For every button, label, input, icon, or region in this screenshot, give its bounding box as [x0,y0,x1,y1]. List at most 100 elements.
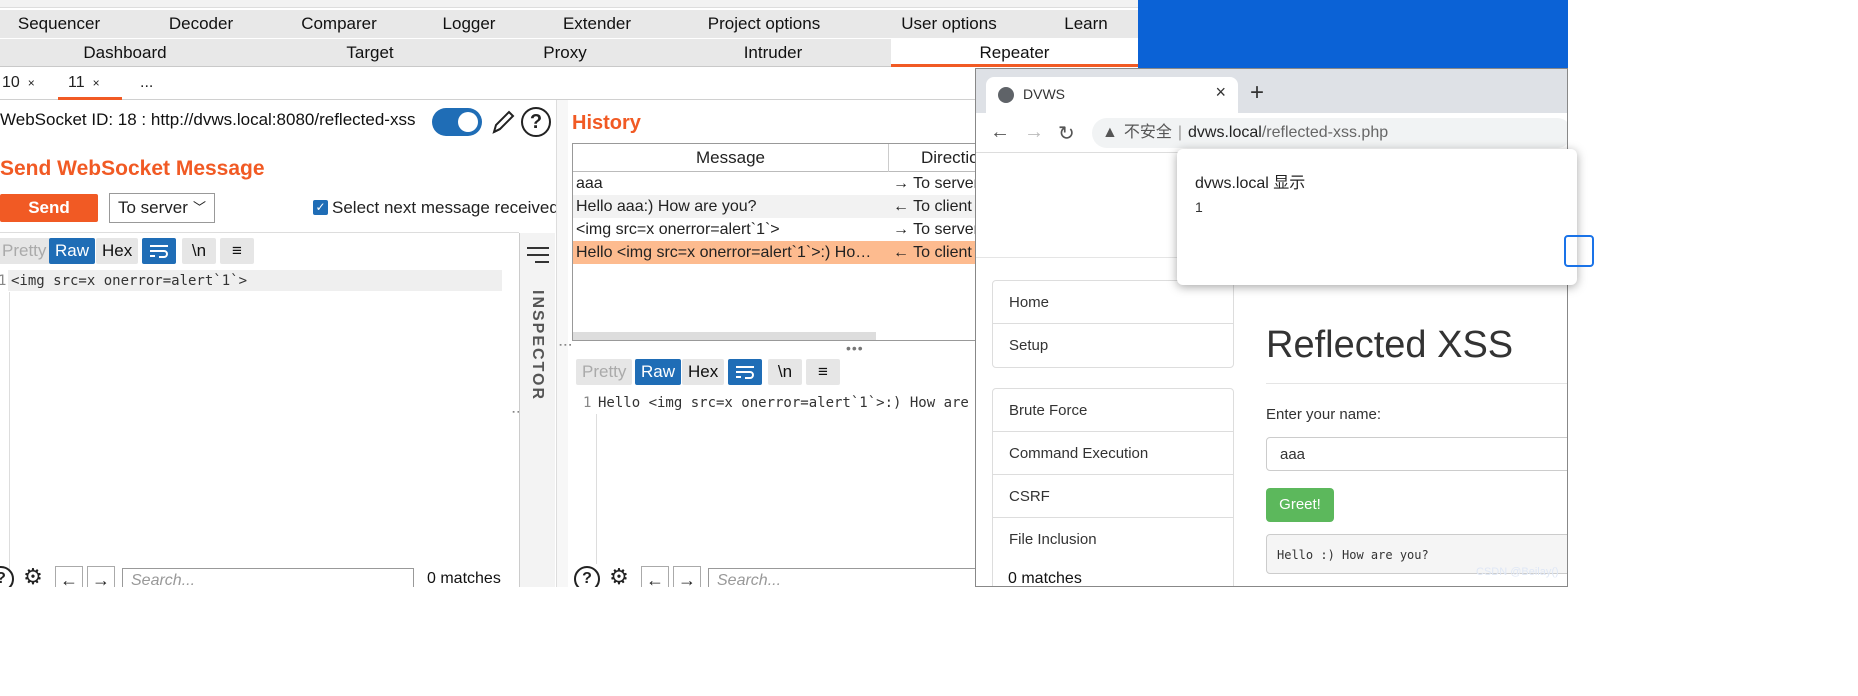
menu-item-setup[interactable]: Setup [993,324,1233,367]
nav-tab-decoder[interactable]: Decoder [142,10,260,38]
history-title: History [572,112,641,134]
menu-icon[interactable]: ≡ [806,359,840,385]
menu-item-command-execution[interactable]: Command Execution [993,432,1233,475]
globe-icon [998,87,1014,103]
request-body[interactable]: <img src=x onerror=alert`1`> [11,273,247,289]
nav-tab-project-options[interactable]: Project options [690,10,838,38]
reload-icon[interactable]: ↻ [1058,121,1075,146]
nav-tab-logger[interactable]: Logger [410,10,528,38]
inspector-panel[interactable] [519,233,555,587]
name-label: Enter your name: [1266,406,1382,423]
forward-icon[interactable]: → [1024,121,1044,144]
menu-icon[interactable]: ≡ [220,238,254,264]
menu-item-brute-force[interactable]: Brute Force [993,389,1233,432]
response-editor-toolbar: Pretty Raw Hex \n ≡ [576,359,846,385]
inspector-label: INSPECTOR [529,290,546,402]
match-count: 0 matches [427,570,501,587]
gear-icon[interactable]: ⚙ [20,566,46,588]
inspector-menu-icon[interactable] [527,247,549,268]
nav-tab-sequencer[interactable]: Sequencer [0,10,118,38]
help-icon[interactable]: ? [574,566,600,587]
next-match-button[interactable]: → [673,566,701,587]
table-row[interactable]: <img src=x onerror=alert`1`> → To server [573,218,991,241]
request-editor-toolbar: Pretty Raw Hex \n ≡ [0,238,260,264]
message-cell: Hello aaa:) How are you? [576,198,757,215]
direction-select[interactable]: To server ﹀ [109,193,215,223]
newline-button[interactable]: \n [182,238,216,264]
nav-tab-user-options[interactable]: User options [885,10,1013,38]
tab-title: DVWS [1023,86,1065,102]
search-input[interactable]: Search... [708,568,978,587]
back-icon[interactable]: ← [990,121,1010,144]
menu-item-home[interactable]: Home [993,281,1233,324]
message-cell: Hello <img src=x onerror=alert`1`>:) How… [576,244,876,261]
search-input[interactable]: Search... [122,568,414,587]
table-row[interactable]: aaa → To server [573,172,991,195]
close-icon[interactable]: × [1215,82,1226,103]
burp-window: Sequencer Decoder Comparer Logger Extend… [0,0,1138,587]
browser-tab[interactable]: DVWS × [986,77,1238,113]
subtab-more[interactable]: ... [130,69,163,100]
splitter-handle[interactable]: ••• [846,340,864,356]
gutter [9,292,10,572]
side-menu-vulns: Brute Force Command Execution CSRF File … [992,388,1234,586]
desktop-top-area [1138,0,1568,70]
send-button[interactable]: Send [0,194,98,222]
close-icon[interactable]: × [93,76,100,90]
nav-tab-learn[interactable]: Learn [1050,10,1122,38]
warning-icon: ▲ [1102,124,1118,141]
prev-match-button[interactable]: ← [641,566,669,587]
select-next-checkbox[interactable]: ✓ [313,200,328,215]
wrap-icon[interactable] [728,359,762,385]
prev-match-button[interactable]: ← [55,566,83,587]
help-icon[interactable]: ? [521,107,551,137]
address-bar[interactable]: ▲ 不安全 | dvws.local/reflected-xss.php [1092,118,1567,148]
column-message[interactable]: Message [573,144,888,172]
gear-icon[interactable]: ⚙ [606,566,632,588]
table-row-selected[interactable]: Hello <img src=x onerror=alert`1`>:) How… [573,241,991,264]
nav-tab-target[interactable]: Target [305,39,435,67]
close-icon[interactable]: × [28,76,35,90]
raw-button[interactable]: Raw [49,238,96,264]
intercept-toggle[interactable] [432,108,482,136]
send-message-title: Send WebSocket Message [0,157,265,180]
menu-item-csrf[interactable]: CSRF [993,475,1233,518]
ok-button[interactable] [1564,235,1594,267]
response-search-bar: ? ⚙ ← → Search... [572,566,992,587]
url-host: dvws.local [1188,124,1262,141]
response-body[interactable]: Hello <img src=x onerror=alert`1`>:) How… [598,395,1011,411]
hex-button[interactable]: Hex [96,238,139,264]
message-cell: aaa [576,175,603,192]
new-tab-button[interactable]: + [1250,79,1264,107]
menu-item-file-inclusion[interactable]: File Inclusion [993,518,1233,561]
subtab-10[interactable]: 10 × [0,69,45,100]
divider [0,232,519,233]
divider [1266,383,1567,384]
nav-tab-proxy[interactable]: Proxy [500,39,630,67]
next-match-button[interactable]: → [87,566,115,587]
nav-tab-dashboard[interactable]: Dashboard [60,39,190,67]
nav-tab-comparer[interactable]: Comparer [280,10,398,38]
pencil-icon[interactable] [490,108,516,136]
wrap-icon[interactable] [142,238,176,264]
help-icon[interactable]: ? [0,566,14,587]
line-number: 1 [0,273,7,289]
nav-tab-repeater[interactable]: Repeater [891,39,1138,67]
newline-button[interactable]: \n [768,359,802,385]
repeater-subtabs: 10 × 11 × ... [0,69,1138,100]
hex-button[interactable]: Hex [682,359,725,385]
raw-button[interactable]: Raw [635,359,682,385]
greet-button[interactable]: Greet! [1266,488,1334,522]
pretty-button[interactable]: Pretty [0,238,53,264]
history-table: Message Direction aaa → To server Hello … [572,143,992,341]
table-row[interactable]: Hello aaa:) How are you? ← To client [573,195,991,218]
request-search-bar: ? ⚙ ← → Search... 0 matches [0,566,519,587]
nav-tab-intruder[interactable]: Intruder [708,39,838,67]
name-input[interactable]: aaa [1266,437,1567,471]
nav-tab-extender[interactable]: Extender [538,10,656,38]
horizontal-scrollbar[interactable] [573,332,876,340]
subtab-11[interactable]: 11 × [58,69,122,100]
pretty-button[interactable]: Pretty [576,359,633,385]
nav-row-2: Dashboard Target Proxy Intruder Repeater [0,39,1138,67]
nav-row-1: Sequencer Decoder Comparer Logger Extend… [0,10,1138,38]
